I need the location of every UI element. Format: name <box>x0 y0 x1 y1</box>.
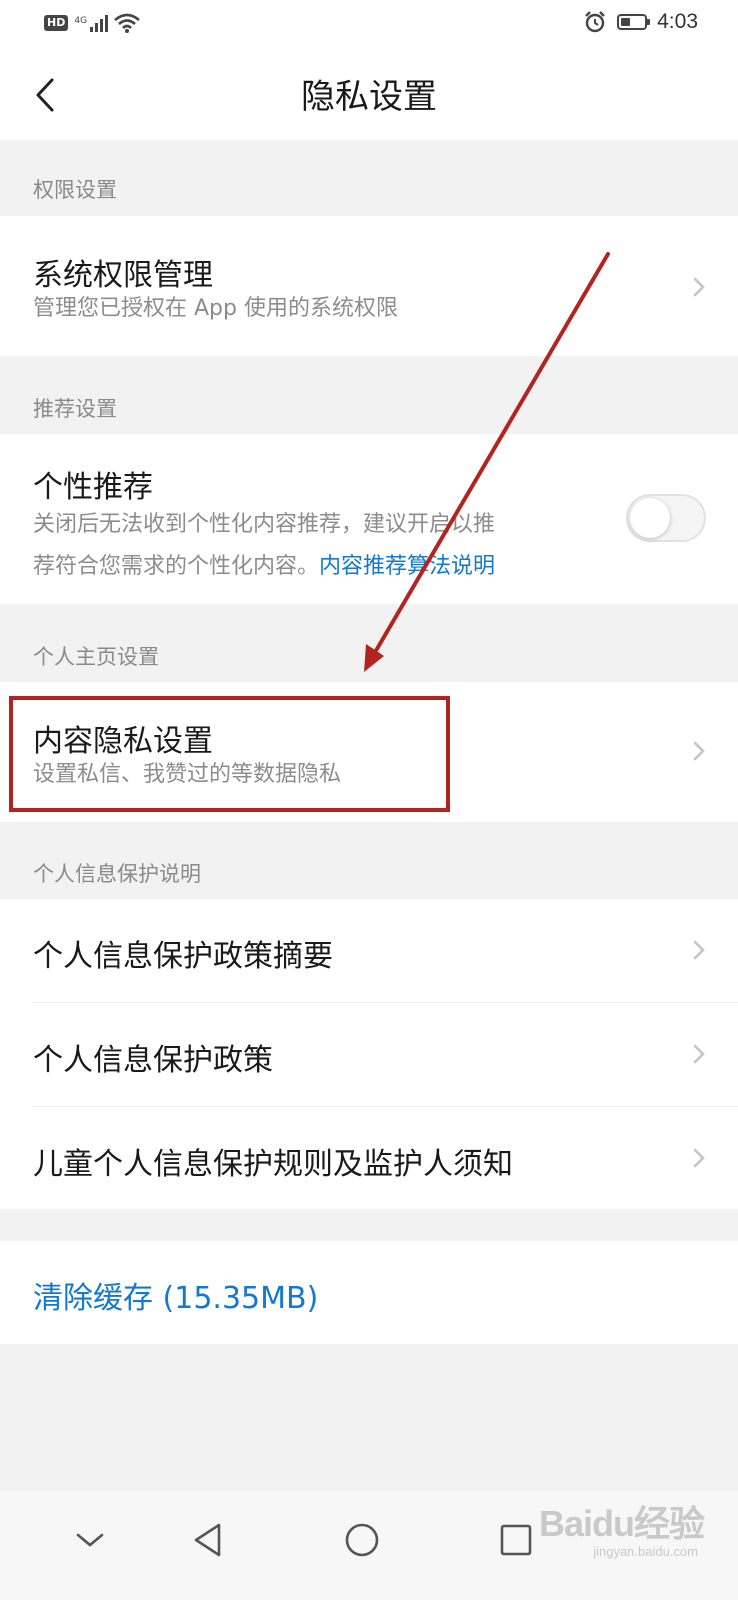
status-time: 4:03 <box>657 10 698 33</box>
chevron-right-icon <box>693 1148 705 1168</box>
nav-back-button[interactable] <box>178 1510 238 1570</box>
system-permissions-item[interactable]: 系统权限管理 管理您已授权在 App 使用的系统权限 <box>0 216 738 356</box>
page-title: 隐私设置 <box>301 77 437 117</box>
item-title: 个人信息保护政策摘要 <box>33 939 333 974</box>
toggle-knob <box>630 498 670 538</box>
circle-home-icon <box>345 1523 379 1557</box>
battery-icon <box>617 14 651 30</box>
chevron-right-icon <box>693 741 705 761</box>
baidu-watermark: Baidu经验 <box>538 1503 705 1544</box>
chevron-right-icon <box>693 277 705 297</box>
baidu-watermark-url: jingyan.baidu.com <box>593 1544 698 1559</box>
section-label-permissions: 权限设置 <box>33 178 117 202</box>
info-protection-card: 个人信息保护政策摘要 个人信息保护政策 儿童个人信息保护规则及监护人须知 <box>0 899 738 1209</box>
alarm-icon <box>585 11 605 33</box>
annotation-highlight-box <box>9 696 450 812</box>
item-subtitle: 管理您已授权在 App 使用的系统权限 <box>33 296 398 321</box>
item-subtitle: 关闭后无法收到个性化内容推荐，建议开启以推 荐符合您需求的个性化内容。内容推荐算… <box>33 504 495 588</box>
clear-cache-item[interactable]: 清除缓存 (15.35MB) <box>0 1241 738 1344</box>
subtitle-line-1: 关闭后无法收到个性化内容推荐，建议开启以推 <box>33 512 496 537</box>
section-label-info-protection: 个人信息保护说明 <box>33 862 201 886</box>
nav-collapse-button[interactable] <box>60 1510 120 1570</box>
chevron-right-icon <box>693 940 705 960</box>
personalized-recommend-item: 个性推荐 关闭后无法收到个性化内容推荐，建议开启以推 荐符合您需求的个性化内容。… <box>0 434 738 604</box>
app-header: 隐私设置 <box>0 50 738 140</box>
hd-indicator: HD <box>44 15 69 31</box>
section-label-recommend: 推荐设置 <box>33 397 117 421</box>
network-type: 4G <box>74 16 88 26</box>
square-recents-icon <box>500 1524 532 1556</box>
status-right: 4:03 <box>583 10 698 34</box>
personalized-recommend-toggle[interactable] <box>626 494 706 542</box>
privacy-policy-item[interactable]: 个人信息保护政策 <box>0 1003 738 1106</box>
status-left: HD 4G <box>44 13 140 33</box>
clear-cache-label: 清除缓存 (15.35MB) <box>33 1281 319 1316</box>
cell-signal-icon: 4G <box>74 14 109 32</box>
triangle-back-icon <box>194 1523 221 1557</box>
section-label-homepage: 个人主页设置 <box>33 645 159 669</box>
nav-home-button[interactable] <box>332 1510 392 1570</box>
nav-recents-button[interactable] <box>486 1510 546 1570</box>
item-title: 儿童个人信息保护规则及监护人须知 <box>33 1147 513 1182</box>
algorithm-explanation-link[interactable]: 内容推荐算法说明 <box>319 554 495 579</box>
subtitle-line-2: 荐符合您需求的个性化内容。 <box>33 554 320 579</box>
chevron-down-icon <box>76 1533 104 1547</box>
children-protection-item[interactable]: 儿童个人信息保护规则及监护人须知 <box>0 1107 738 1209</box>
policy-summary-item[interactable]: 个人信息保护政策摘要 <box>0 899 738 1002</box>
chevron-right-icon <box>693 1044 705 1064</box>
wifi-icon <box>114 13 140 33</box>
item-title: 个性推荐 <box>33 470 153 505</box>
item-title: 个人信息保护政策 <box>33 1043 273 1078</box>
status-bar: HD 4G 4:03 <box>0 0 738 50</box>
